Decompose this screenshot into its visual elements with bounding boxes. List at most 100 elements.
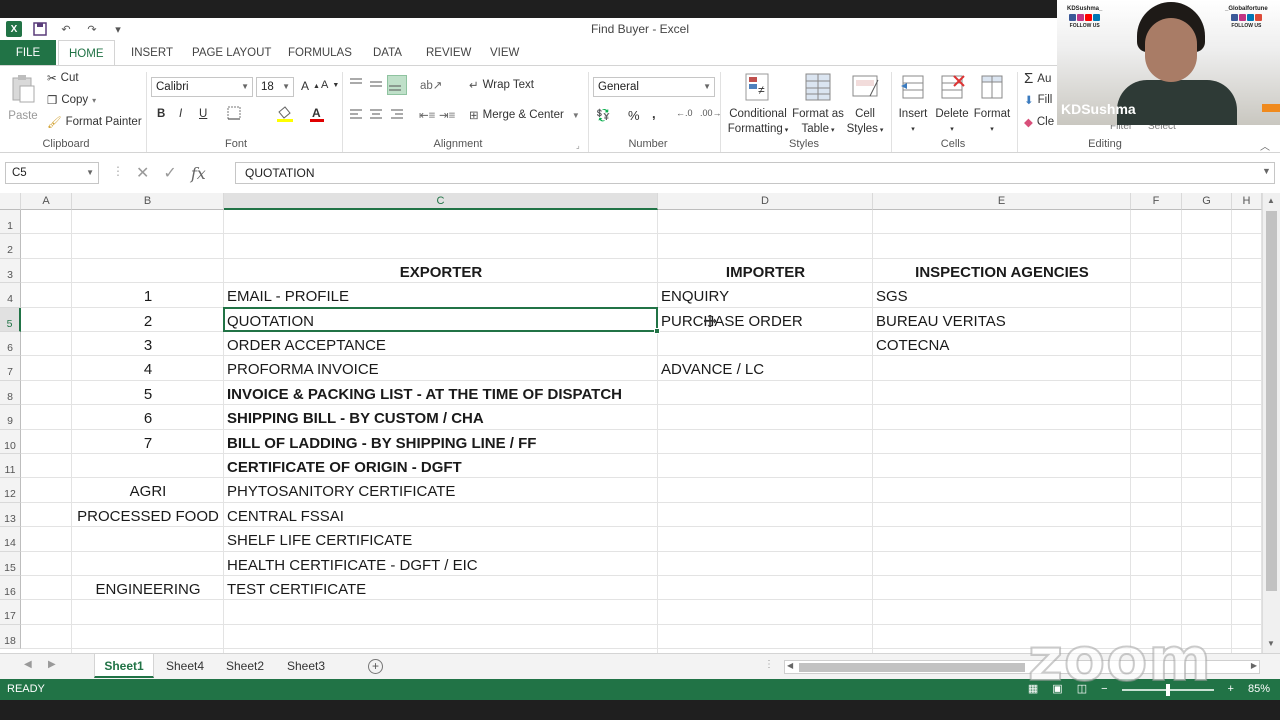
horizontal-scroll-thumb[interactable] [799, 663, 1025, 672]
fill-color-button[interactable] [276, 106, 294, 122]
cell-b9[interactable]: 6 [72, 410, 224, 427]
orientation-button[interactable]: ab↗ [420, 78, 442, 92]
decrease-decimal-button[interactable]: .00→ [700, 108, 722, 118]
scroll-up-icon[interactable]: ▲ [1267, 196, 1275, 205]
cell-d3[interactable]: IMPORTER [658, 264, 873, 281]
cell-e3[interactable]: INSPECTION AGENCIES [873, 264, 1131, 281]
zoom-in-icon[interactable]: + [1228, 679, 1234, 700]
cell-b7[interactable]: 4 [72, 361, 224, 378]
cell-b10[interactable]: 7 [72, 435, 224, 452]
tab-review[interactable]: REVIEW [416, 40, 481, 66]
cell-b5[interactable]: 2 [72, 313, 224, 330]
cell-b8[interactable]: 5 [72, 386, 224, 403]
formula-input[interactable]: QUOTATION [235, 162, 1275, 184]
cell-c7[interactable]: PROFORMA INVOICE [227, 361, 379, 378]
cell-b13[interactable]: PROCESSED FOOD [72, 508, 224, 525]
align-right-button[interactable] [390, 108, 404, 120]
percent-button[interactable]: % [628, 108, 640, 123]
cell-c4[interactable]: EMAIL - PROFILE [227, 288, 349, 305]
row-header-2[interactable]: 2 [0, 234, 21, 259]
font-color-button[interactable]: A [309, 106, 325, 122]
top-align-button[interactable] [349, 78, 363, 90]
row-header-3[interactable]: 3 [0, 258, 21, 284]
select-all-corner[interactable] [0, 193, 21, 210]
cell-b12[interactable]: AGRI [72, 483, 224, 500]
font-size-combo[interactable]: 18 ▼ [256, 77, 294, 97]
cell-c11[interactable]: CERTIFICATE OF ORIGIN - DGFT [227, 459, 462, 476]
scroll-right-icon[interactable]: ▶ [1251, 661, 1257, 670]
row-header-16[interactable]: 16 [0, 576, 21, 601]
cell-c13[interactable]: CENTRAL FSSAI [227, 508, 344, 525]
row-header-8[interactable]: 8 [0, 380, 21, 406]
copy-button[interactable]: ❐ Copy ▾ [47, 93, 96, 107]
tab-split-handle-icon[interactable]: ⋮ [764, 659, 774, 670]
cell-c10[interactable]: BILL OF LADDING - BY SHIPPING LINE / FF [227, 435, 536, 452]
row-header-18[interactable]: 18 [0, 624, 21, 650]
cell-styles-button[interactable]: Cell Styles ▾ [843, 72, 887, 138]
scroll-down-icon[interactable]: ▼ [1267, 639, 1275, 648]
tab-view[interactable]: VIEW [480, 40, 529, 66]
conditional-formatting-button[interactable]: ≠ Conditional Formatting ▾ [725, 72, 791, 138]
tab-file[interactable]: FILE [0, 40, 56, 66]
cell-b4[interactable]: 1 [72, 288, 224, 305]
middle-align-button[interactable] [369, 78, 383, 90]
underline-button[interactable]: U [199, 108, 207, 120]
column-header-g[interactable]: G [1182, 193, 1232, 210]
comma-button[interactable]: , [652, 106, 656, 121]
column-header-h[interactable]: H [1232, 193, 1262, 210]
tab-data[interactable]: DATA [363, 40, 412, 66]
column-header-e[interactable]: E [873, 193, 1131, 210]
column-header-b[interactable]: B [72, 193, 224, 210]
cell-c6[interactable]: ORDER ACCEPTANCE [227, 337, 386, 354]
column-header-f[interactable]: F [1131, 193, 1182, 210]
worksheet-grid[interactable]: A B C D E F G H 1 2 3 4 5 6 7 8 9 10 11 12 13 14 15 16 17 18 EXPOR… [0, 193, 1262, 653]
zoom-level[interactable]: 85% [1248, 679, 1270, 700]
cell-b6[interactable]: 3 [72, 337, 224, 354]
cell-c3[interactable]: EXPORTER [224, 264, 658, 281]
clear-button[interactable]: ◆ Cle [1024, 115, 1054, 129]
row-header-13[interactable]: 13 [0, 502, 21, 528]
tab-formulas[interactable]: FORMULAS [278, 40, 362, 66]
enter-icon[interactable]: ✓ [163, 163, 176, 183]
row-header-1[interactable]: 1 [0, 210, 21, 235]
row-header-15[interactable]: 15 [0, 551, 21, 576]
alignment-launcher-icon[interactable]: ⌟ [576, 141, 580, 150]
row-header-9[interactable]: 9 [0, 405, 21, 430]
cell-d5[interactable]: PURCHASE ORDER [661, 313, 803, 330]
fill-handle[interactable] [654, 328, 660, 334]
sheet-tab-sheet2[interactable]: Sheet2 [216, 654, 274, 678]
italic-button[interactable]: I [179, 108, 182, 120]
row-header-5[interactable]: 5 [0, 307, 21, 332]
cancel-icon[interactable]: ✕ [136, 163, 149, 183]
tab-page-layout[interactable]: PAGE LAYOUT [182, 40, 281, 66]
cut-button[interactable]: ✂ Cut [47, 71, 79, 85]
cell-e6[interactable]: COTECNA [876, 337, 949, 354]
cell-c14[interactable]: SHELF LIFE CERTIFICATE [227, 532, 412, 549]
font-name-combo[interactable]: Calibri ▼ [151, 77, 253, 97]
vertical-scroll-thumb[interactable] [1266, 211, 1277, 591]
format-cells-button[interactable]: Format ▾ [972, 72, 1012, 137]
cell-e5[interactable]: BUREAU VERITAS [876, 313, 1006, 330]
delete-cells-button[interactable]: Delete ▾ [933, 72, 971, 137]
accounting-format-button[interactable]: 💱 [596, 108, 610, 122]
column-header-c[interactable]: C [224, 193, 658, 210]
cell-c9[interactable]: SHIPPING BILL - BY CUSTOM / CHA [227, 410, 484, 427]
sheet-tab-sheet4[interactable]: Sheet4 [156, 654, 214, 678]
number-format-combo[interactable]: General ▼ [593, 77, 715, 97]
row-header-12[interactable]: 12 [0, 478, 21, 503]
wrap-text-button[interactable]: ↵ Wrap Text [469, 78, 534, 92]
cell-c15[interactable]: HEALTH CERTIFICATE - DGFT / EIC [227, 557, 478, 574]
row-header-11[interactable]: 11 [0, 454, 21, 479]
sheet-tab-sheet1[interactable]: Sheet1 [94, 654, 154, 678]
row-header-7[interactable]: 7 [0, 356, 21, 381]
name-box[interactable]: C5 ▼ [5, 162, 99, 184]
autosum-button[interactable]: Σ Au [1024, 70, 1051, 87]
vertical-scrollbar[interactable]: ▲ ▼ [1262, 193, 1280, 653]
sheet-prev-icon[interactable]: ◀ [24, 659, 32, 670]
format-as-table-button[interactable]: Format as Table ▾ [792, 72, 844, 138]
row-header-17[interactable]: 17 [0, 600, 21, 625]
new-sheet-icon[interactable]: + [368, 659, 383, 674]
collapse-ribbon-icon[interactable]: ︿ [1260, 138, 1270, 153]
format-painter-button[interactable]: 🖌 Format Painter [47, 115, 142, 129]
grow-font-button[interactable]: A ▲ [301, 79, 320, 93]
